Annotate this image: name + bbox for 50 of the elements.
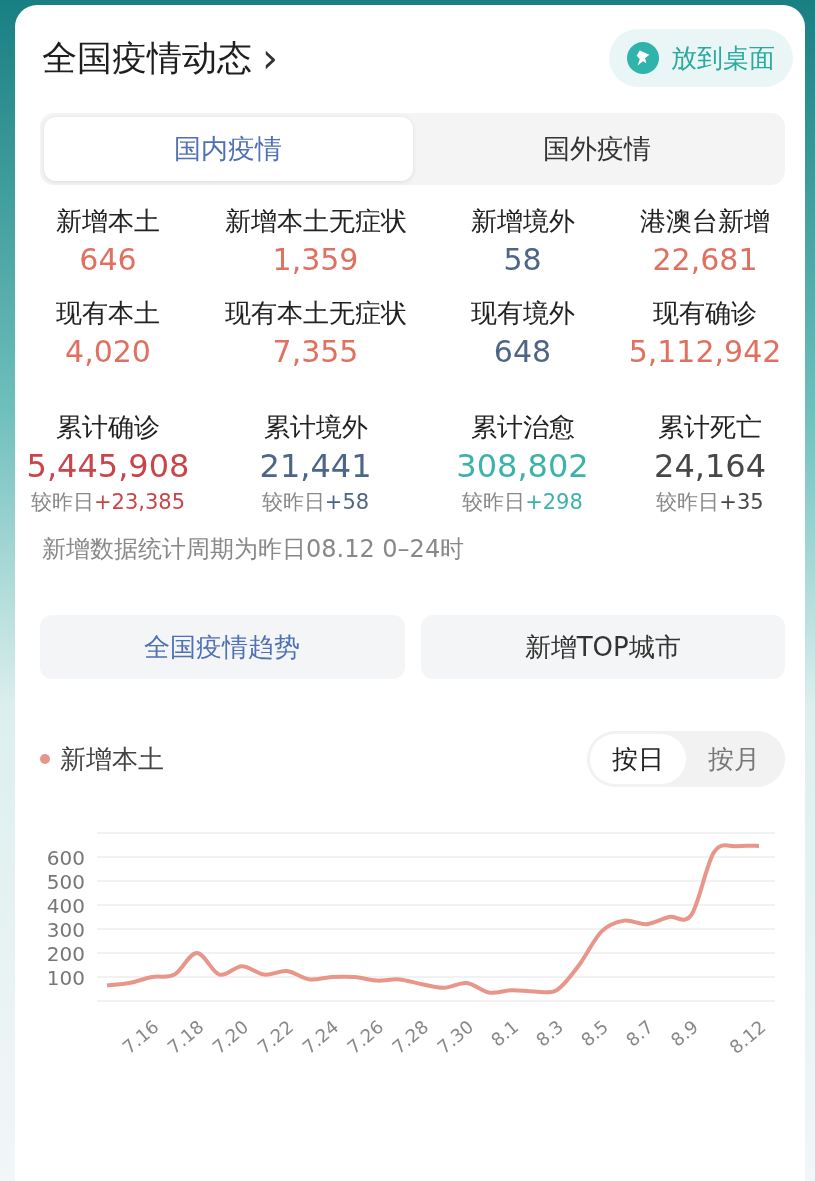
total-label: 累计境外 [263, 411, 368, 444]
y-axis-label: 200 [46, 942, 85, 966]
daily-change: 较昨日+35 [656, 489, 764, 516]
stat-value: 648 [493, 333, 552, 371]
stat-label: 新增本土 [56, 205, 160, 238]
total-label: 累计治愈 [470, 411, 575, 444]
legend-label: 新增本土 [60, 742, 164, 776]
stat-label: 现有本土 [56, 297, 160, 330]
stat-value: 1,359 [272, 241, 359, 279]
daily-change: 较昨日+298 [462, 489, 583, 516]
stat-value: 646 [79, 241, 137, 279]
stat-value: 7,355 [272, 333, 359, 371]
tab[interactable]: 国外疫情 [412, 117, 781, 181]
section-tab[interactable]: 新增TOP城市 [420, 615, 785, 679]
tab[interactable]: 国内疫情 [44, 117, 413, 181]
y-axis-label: 100 [46, 966, 85, 990]
x-axis-label: 8.7 [621, 1016, 658, 1051]
stat-label: 港澳台新增 [640, 205, 770, 238]
total-value: 21,441 [259, 446, 372, 487]
stat-value: 58 [503, 241, 542, 279]
y-axis-label: 400 [46, 894, 85, 918]
stat-value: 4,020 [65, 333, 151, 371]
y-axis-label: 300 [46, 918, 85, 942]
x-axis-label: 8.3 [531, 1016, 568, 1051]
stat-value: 5,112,942 [628, 333, 782, 371]
total-value: 24,164 [654, 446, 766, 487]
total-value: 308,802 [456, 446, 589, 487]
stat-value: 22,681 [652, 241, 758, 279]
total-label: 累计确诊 [56, 411, 160, 444]
y-axis-label: 600 [46, 846, 85, 870]
stat-label: 现有本土无症状 [224, 297, 407, 330]
total-label: 累计死亡 [658, 411, 762, 444]
x-axis-label: 8.9 [666, 1016, 703, 1051]
pin-icon [627, 42, 659, 74]
period-option[interactable]: 按月 [686, 734, 782, 784]
x-axis-label: 8.1 [486, 1016, 523, 1051]
stat-label: 现有境外 [470, 297, 575, 330]
chevron-icon[interactable]: › [262, 38, 278, 78]
period-note: 新增数据统计周期为昨日08.12 0–24时 [42, 534, 466, 565]
x-axis-label: 8.5 [576, 1016, 613, 1051]
stat-label: 新增境外 [470, 205, 575, 238]
period-option[interactable]: 按日 [590, 734, 686, 784]
section-tab[interactable]: 全国疫情趋势 [40, 615, 405, 679]
daily-change: 较昨日+23,385 [30, 489, 186, 516]
page-title[interactable]: 全国疫情动态 [42, 34, 252, 82]
stat-label: 新增本土无症状 [224, 205, 407, 238]
total-value: 5,445,908 [26, 446, 190, 487]
y-axis-label: 500 [46, 870, 85, 894]
stat-label: 现有确诊 [653, 297, 757, 330]
daily-change: 较昨日+58 [261, 489, 370, 516]
